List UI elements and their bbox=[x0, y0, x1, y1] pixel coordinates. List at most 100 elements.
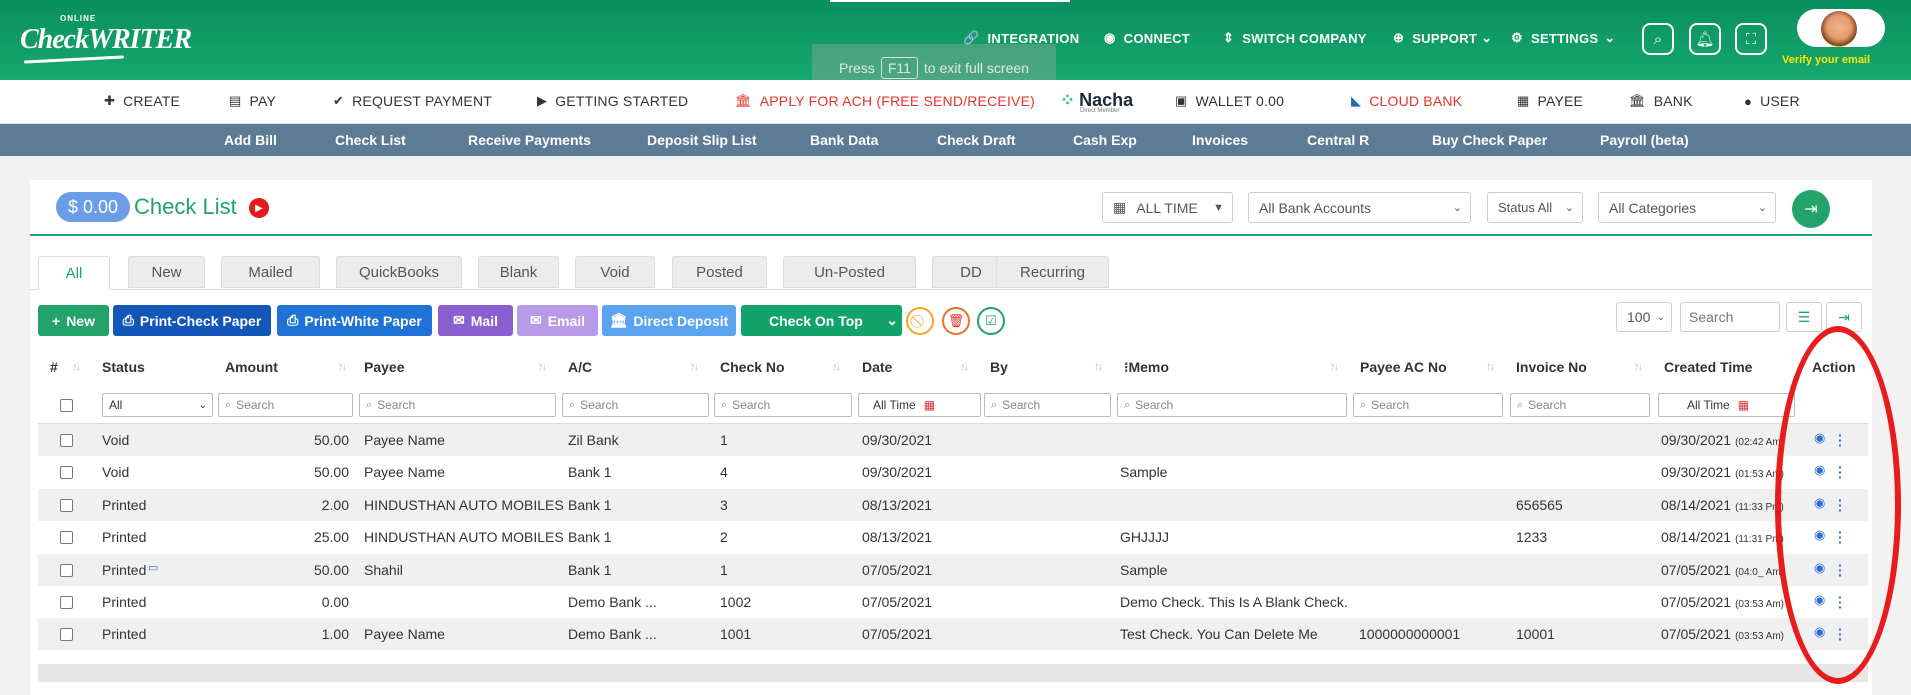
col-payee-ac-no[interactable]: Payee AC No bbox=[1360, 359, 1447, 375]
table-row[interactable]: Printed 50.00 Shahil Bank 1 1 07/05/2021 Sampl… bbox=[38, 553, 1868, 586]
invoice-filter-input[interactable]: ⌕ Search bbox=[1510, 393, 1650, 417]
sort-icon[interactable]: ↑↓ bbox=[72, 361, 81, 373]
status-filter-select[interactable]: All ⌄ bbox=[102, 393, 213, 417]
sort-icon[interactable]: ↑↓ bbox=[1486, 361, 1495, 373]
col-ac[interactable]: A/C bbox=[568, 359, 592, 375]
page-size-select[interactable]: 100 ⌄ bbox=[1616, 302, 1672, 332]
subnav-check-list[interactable]: Check List bbox=[335, 132, 406, 148]
tab-all[interactable]: All bbox=[38, 256, 110, 290]
nav-settings[interactable]: ⚙ SETTINGS ⌄ bbox=[1511, 30, 1616, 46]
menu-cloud-bank[interactable]: ◣ CLOUD BANK bbox=[1351, 93, 1462, 109]
subnav-check-draft[interactable]: Check Draft bbox=[937, 132, 1016, 148]
tab-quickbooks[interactable]: QuickBooks bbox=[336, 256, 462, 288]
email-button[interactable]: ✉ Email bbox=[517, 305, 598, 336]
search-icon[interactable]: ⌕ bbox=[1642, 23, 1674, 55]
tab-void[interactable]: Void bbox=[575, 256, 655, 288]
new-button[interactable]: + New bbox=[38, 305, 109, 336]
subnav-cash-exp[interactable]: Cash Exp bbox=[1073, 132, 1137, 148]
sort-icon[interactable]: ↑↓ bbox=[690, 361, 699, 373]
menu-payee[interactable]: ▦ PAYEE bbox=[1517, 93, 1583, 109]
tab-recurring[interactable]: Recurring bbox=[996, 256, 1109, 288]
fullscreen-icon[interactable]: ⛶ bbox=[1735, 23, 1767, 55]
col-check-no[interactable]: Check No bbox=[720, 359, 785, 375]
cancel-icon[interactable]: ⃠ bbox=[906, 307, 934, 335]
column-settings-icon[interactable]: ☰ bbox=[1786, 302, 1822, 332]
sort-icon[interactable]: ↑↓ bbox=[832, 361, 841, 373]
nav-connect[interactable]: ◉ CONNECT bbox=[1104, 30, 1190, 46]
subnav-payroll[interactable]: Payroll (beta) bbox=[1600, 132, 1689, 148]
col-by[interactable]: By bbox=[990, 359, 1008, 375]
menu-apply-ach[interactable]: 🏛︎ APPLY FOR ACH (FREE SEND/RECEIVE) bbox=[735, 93, 1035, 109]
table-scrollbar[interactable] bbox=[38, 664, 1868, 682]
trash-icon[interactable]: 🗑︎ bbox=[942, 307, 970, 335]
avatar[interactable] bbox=[1797, 9, 1885, 47]
verify-email-link[interactable]: Verify your email bbox=[1782, 54, 1870, 66]
bell-icon[interactable]: 🔔︎ bbox=[1689, 23, 1721, 55]
tab-new[interactable]: New bbox=[128, 256, 205, 288]
print-check-paper-button[interactable]: ⎙ Print-Check Paper bbox=[113, 305, 271, 336]
subnav-add-bill[interactable]: Add Bill bbox=[224, 132, 277, 148]
subnav-bank-data[interactable]: Bank Data bbox=[810, 132, 878, 148]
check-no-filter-input[interactable]: ⌕ Search bbox=[714, 393, 852, 417]
menu-create[interactable]: ✚ CREATE bbox=[104, 93, 180, 109]
col-date[interactable]: Date bbox=[862, 359, 892, 375]
subnav-deposit-slip-list[interactable]: Deposit Slip List bbox=[647, 132, 757, 148]
sort-icon[interactable]: ↑↓ bbox=[1330, 361, 1339, 373]
row-checkbox[interactable] bbox=[60, 434, 73, 447]
bank-accounts-select[interactable]: All Bank Accounts ⌄ bbox=[1248, 192, 1471, 223]
row-checkbox[interactable] bbox=[60, 596, 73, 609]
categories-select[interactable]: All Categories ⌄ bbox=[1598, 192, 1776, 223]
time-filter-dropdown[interactable]: ▦ ALL TIME ▼ bbox=[1102, 192, 1233, 223]
export-file-icon[interactable]: ⇥ bbox=[1792, 190, 1830, 228]
select-all-checkbox[interactable] bbox=[60, 399, 73, 412]
memo-filter-input[interactable]: ⌕ Search bbox=[1117, 393, 1347, 417]
menu-user[interactable]: ● USER bbox=[1744, 93, 1800, 109]
mail-button[interactable]: ✉ Mail bbox=[438, 305, 513, 336]
tab-un-posted[interactable]: Un-Posted bbox=[783, 256, 916, 288]
menu-getting-started[interactable]: ▶ GETTING STARTED bbox=[537, 93, 688, 109]
row-checkbox[interactable] bbox=[60, 531, 73, 545]
by-filter-input[interactable]: ⌕ Search bbox=[984, 393, 1111, 417]
note-icon[interactable]: ▭ bbox=[148, 561, 158, 574]
col-created-time[interactable]: Created Time bbox=[1664, 359, 1752, 375]
table-row[interactable]: Printed 0.00 Demo Bank ... 1002 07/05/2021 De… bbox=[38, 586, 1868, 618]
col-payee[interactable]: Payee bbox=[364, 359, 404, 375]
menu-request-payment[interactable]: ✔ REQUEST PAYMENT bbox=[333, 93, 492, 109]
subnav-receive-payments[interactable]: Receive Payments bbox=[468, 132, 591, 148]
subnav-central-r[interactable]: Central R bbox=[1307, 132, 1369, 148]
sort-icon[interactable]: ↑↓ bbox=[1094, 361, 1103, 373]
row-checkbox[interactable] bbox=[60, 466, 73, 480]
tab-posted[interactable]: Posted bbox=[672, 256, 767, 288]
checkbox-icon[interactable]: ☑ bbox=[977, 307, 1005, 335]
sort-icon[interactable]: ↑↓ bbox=[1634, 361, 1643, 373]
play-video-icon[interactable]: ▶ bbox=[249, 198, 269, 218]
col-amount[interactable]: Amount bbox=[225, 359, 278, 375]
table-row[interactable]: Void 50.00 Payee Name Bank 1 4 09/30/2021 Samp… bbox=[38, 456, 1868, 488]
print-white-paper-button[interactable]: ⎙ Print-White Paper bbox=[277, 305, 432, 336]
nav-support[interactable]: ⊕ SUPPORT ⌄ bbox=[1393, 30, 1492, 46]
menu-wallet[interactable]: ▣ WALLET 0.00 bbox=[1175, 93, 1284, 109]
col-memo[interactable]: ⁝Memo bbox=[1124, 359, 1169, 376]
row-checkbox[interactable] bbox=[60, 628, 73, 642]
nav-switch-company[interactable]: ⇕ SWITCH COMPANY bbox=[1223, 30, 1367, 46]
payee-ac-filter-input[interactable]: ⌕ Search bbox=[1353, 393, 1503, 417]
tab-mailed[interactable]: Mailed bbox=[221, 256, 320, 288]
sort-icon[interactable]: ↑↓ bbox=[338, 361, 347, 373]
amount-filter-input[interactable]: ⌕ Search bbox=[218, 393, 353, 417]
table-row[interactable]: Printed 2.00 HINDUSTHAN AUTO MOBILES Bank 1… bbox=[38, 488, 1868, 521]
sort-icon[interactable]: ↑↓ bbox=[960, 361, 969, 373]
table-row[interactable]: Void 50.00 Payee Name Zil Bank 1 09/30/2021 09… bbox=[38, 424, 1868, 456]
col-status[interactable]: Status bbox=[102, 359, 145, 375]
created-filter-input[interactable]: All Time ▦ bbox=[1658, 393, 1795, 417]
table-row[interactable]: Printed 25.00 HINDUSTHAN AUTO MOBILES Bank … bbox=[38, 521, 1868, 553]
col-invoice-no[interactable]: Invoice No bbox=[1516, 359, 1587, 375]
table-row[interactable]: Printed 1.00 Payee Name Demo Bank ... 1001 07… bbox=[38, 618, 1868, 651]
sort-icon[interactable]: ↑↓ bbox=[538, 361, 547, 373]
search-input[interactable]: Search bbox=[1680, 302, 1780, 332]
ac-filter-input[interactable]: ⌕ Search bbox=[562, 393, 709, 417]
row-checkbox[interactable] bbox=[60, 498, 73, 512]
subnav-buy-check-paper[interactable]: Buy Check Paper bbox=[1432, 132, 1547, 148]
payee-filter-input[interactable]: ⌕ Search bbox=[359, 393, 556, 417]
row-checkbox[interactable] bbox=[60, 563, 73, 577]
check-on-top-dropdown[interactable]: Check On Top ⌄ bbox=[741, 305, 902, 336]
